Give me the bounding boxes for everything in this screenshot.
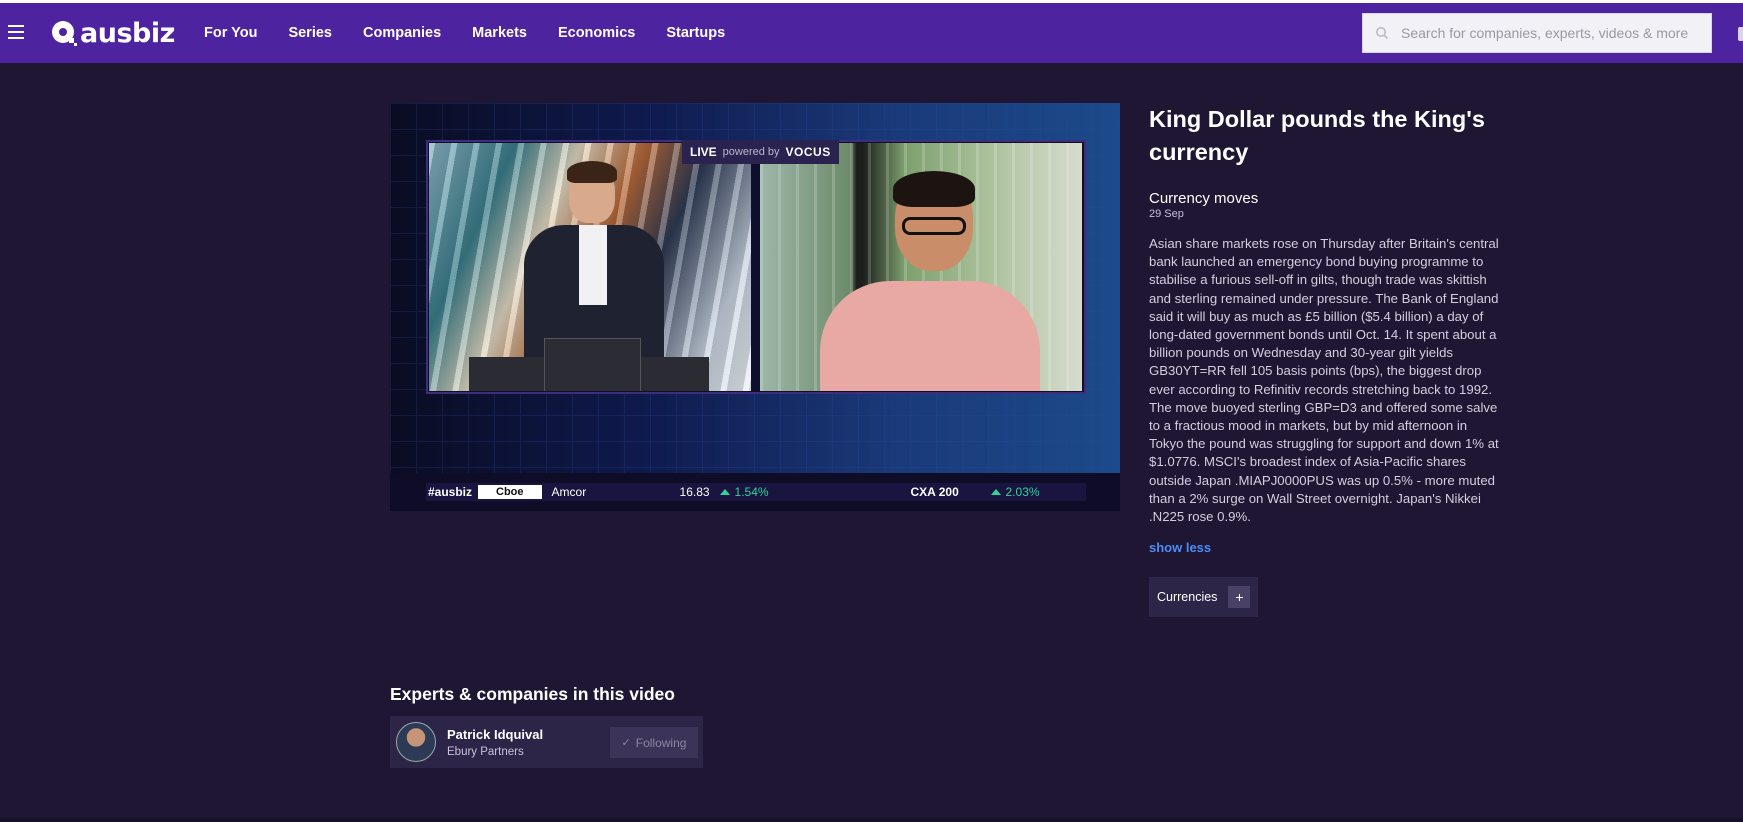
experts-heading: Experts & companies in this video [390,684,675,704]
ticker-bar: #ausbiz Cboe Amcor 16.83 1.54% CXA 200 2… [426,483,1086,501]
laptop-image [544,338,641,391]
sponsor-label: VOCUS [785,145,831,159]
nav-series[interactable]: Series [288,25,332,41]
page-bottom-edge [0,818,1743,822]
following-button[interactable]: ✓ Following [610,727,698,758]
menu-icon[interactable] [8,25,24,39]
video-title: King Dollar pounds the King's currency [1149,106,1485,165]
logo-mark-icon [52,21,77,46]
publish-date: 29 Sep [1149,208,1184,220]
site-logo[interactable]: ausbiz [52,17,175,49]
video-description: Asian share markets rose on Thursday aft… [1149,236,1499,525]
series-name[interactable]: Currency moves [1149,190,1504,207]
live-label: LIVE [690,145,717,159]
main-nav: For You Series Companies Markets Economi… [204,3,756,63]
powered-by-label: powered by [722,146,780,158]
search-input[interactable] [1401,25,1701,41]
following-label: Following [635,735,687,750]
show-less-link[interactable]: show less [1149,540,1504,555]
check-icon: ✓ [621,737,631,749]
nav-economics[interactable]: Economics [558,25,635,41]
expert-company[interactable]: Ebury Partners [447,746,524,758]
logo-text: ausbiz [80,17,175,49]
expert-card[interactable]: Patrick Idquival Ebury Partners ✓ Follow… [390,716,703,768]
ticker-stock-price: 16.83 [679,485,710,499]
nav-startups[interactable]: Startups [666,25,725,41]
live-badge: LIVE powered by VOCUS [682,140,839,164]
nav-markets[interactable]: Markets [472,25,527,41]
notification-icon[interactable] [1738,27,1743,41]
up-arrow-icon [719,489,730,495]
video-details: King Dollar pounds the King's currency C… [1149,103,1504,618]
ticker-index-name: CXA 200 [910,485,959,499]
up-arrow-icon [990,489,1001,495]
avatar[interactable] [396,722,436,762]
nav-companies[interactable]: Companies [363,25,441,41]
ticker-index-change: 2.03% [1005,485,1040,499]
topic-tag-label: Currencies [1157,590,1218,605]
video-pane-guest [760,143,1082,391]
search-box[interactable] [1362,13,1712,53]
guest-figure [820,171,1040,391]
video-player[interactable]: LIVE powered by VOCUS #ausbiz Cboe Amcor… [390,103,1120,511]
search-icon [1376,27,1389,40]
market-ticker: #ausbiz Cboe Amcor 16.83 1.54% CXA 200 2… [390,473,1120,511]
plus-icon[interactable]: + [1228,586,1251,609]
topic-tag[interactable]: Currencies + [1149,577,1259,618]
nav-for-you[interactable]: For You [204,25,257,41]
ticker-stock-change: 1.54% [734,485,769,499]
ticker-partner-logo: Cboe [478,485,542,499]
ticker-brand: #ausbiz [428,485,473,499]
top-navbar: ausbiz For You Series Companies Markets … [0,3,1743,63]
video-pane-presenter [429,143,751,391]
ticker-stock-name: Amcor [551,485,587,499]
expert-name[interactable]: Patrick Idquival [447,727,543,742]
